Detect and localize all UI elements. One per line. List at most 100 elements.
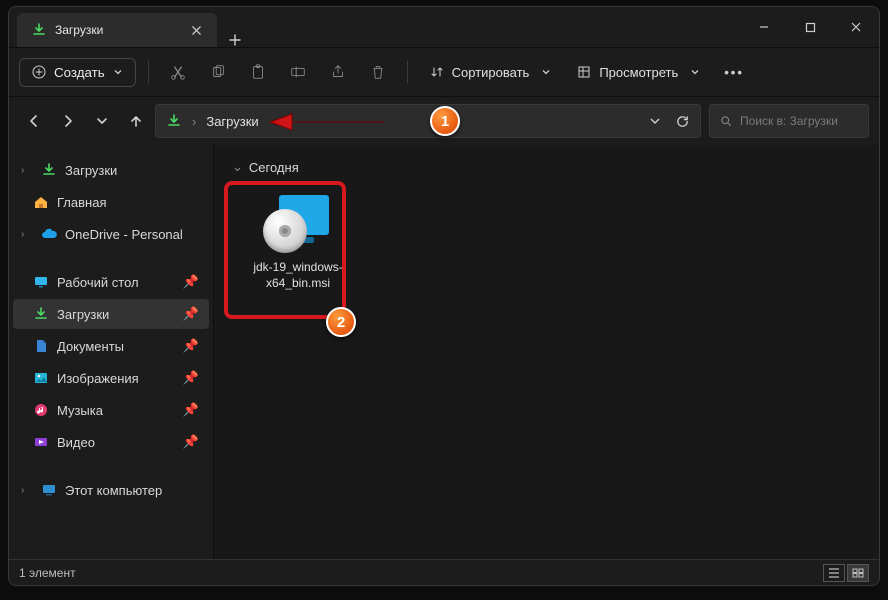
address-row: › Загрузки 1 <box>9 97 879 145</box>
tabs-zone: Загрузки <box>9 7 741 47</box>
chevron-down-icon: ⌄ <box>232 159 243 175</box>
delete-button[interactable] <box>361 55 395 89</box>
search-input[interactable] <box>740 114 858 128</box>
chevron-down-icon[interactable] <box>649 115 661 127</box>
chevron-down-icon <box>113 67 123 77</box>
sidebar-item-music[interactable]: Музыка 📌 <box>13 395 209 425</box>
group-header-label: Сегодня <box>249 160 299 175</box>
sidebar-item-label: OneDrive - Personal <box>65 227 183 242</box>
sidebar-item-downloads[interactable]: Загрузки 📌 <box>13 299 209 329</box>
cloud-icon <box>41 226 57 242</box>
sidebar-item-label: Видео <box>57 435 95 450</box>
tab-close-icon[interactable] <box>189 23 203 37</box>
pin-icon: 📌 <box>183 402 199 418</box>
desktop-icon <box>33 274 49 290</box>
tab-downloads[interactable]: Загрузки <box>17 13 217 47</box>
separator <box>148 61 149 83</box>
breadcrumb-current[interactable]: Загрузки <box>206 114 258 129</box>
document-icon <box>33 338 49 354</box>
paste-button[interactable] <box>241 55 275 89</box>
pin-icon: 📌 <box>183 338 199 354</box>
sidebar-item-label: Загрузки <box>65 163 117 178</box>
download-icon <box>41 162 57 178</box>
view-button[interactable]: Просмотреть <box>567 59 710 86</box>
create-button[interactable]: Создать <box>19 58 136 87</box>
sidebar-item-video[interactable]: Видео 📌 <box>13 427 209 457</box>
search-icon <box>720 114 732 128</box>
new-tab-button[interactable] <box>217 33 253 47</box>
music-icon <box>33 402 49 418</box>
cut-button[interactable] <box>161 55 195 89</box>
download-icon <box>33 306 49 322</box>
sidebar: › Загрузки Главная › OneDrive - Personal… <box>9 145 214 559</box>
close-button[interactable] <box>833 7 879 47</box>
annotation-highlight-box <box>224 181 346 319</box>
up-button[interactable] <box>121 106 151 136</box>
pin-icon: 📌 <box>183 274 199 290</box>
sidebar-item-label: Музыка <box>57 403 103 418</box>
sort-label: Сортировать <box>452 65 530 80</box>
home-icon <box>33 194 49 210</box>
pc-icon <box>41 482 57 498</box>
back-button[interactable] <box>19 106 49 136</box>
icons-view-button[interactable] <box>847 564 869 582</box>
explorer-window: Загрузки Создать <box>8 6 880 586</box>
forward-button[interactable] <box>53 106 83 136</box>
chevron-right-icon: › <box>21 229 33 240</box>
sidebar-item-pictures[interactable]: Изображения 📌 <box>13 363 209 393</box>
search-box[interactable] <box>709 104 869 138</box>
window-controls <box>741 7 879 47</box>
view-toggles <box>823 564 869 582</box>
separator <box>407 61 408 83</box>
share-button[interactable] <box>321 55 355 89</box>
more-button[interactable]: ••• <box>716 65 752 80</box>
video-icon <box>33 434 49 450</box>
body: › Загрузки Главная › OneDrive - Personal… <box>9 145 879 559</box>
image-icon <box>33 370 49 386</box>
group-header[interactable]: ⌄ Сегодня <box>232 159 861 175</box>
copy-button[interactable] <box>201 55 235 89</box>
download-icon <box>166 113 182 129</box>
toolbar: Создать Сортировать Просмотреть ••• <box>9 47 879 97</box>
pin-icon: 📌 <box>183 434 199 450</box>
chevron-right-icon: › <box>21 485 33 496</box>
chevron-right-icon: › <box>192 114 196 129</box>
sidebar-item-this-pc[interactable]: › Этот компьютер <box>13 475 209 505</box>
annotation-callout-2: 2 <box>326 307 356 337</box>
rename-button[interactable] <box>281 55 315 89</box>
sidebar-item-desktop[interactable]: Рабочий стол 📌 <box>13 267 209 297</box>
sidebar-item-label: Документы <box>57 339 124 354</box>
sort-button[interactable]: Сортировать <box>420 59 562 86</box>
titlebar: Загрузки <box>9 7 879 47</box>
refresh-button[interactable] <box>675 114 690 129</box>
address-bar[interactable]: › Загрузки <box>155 104 701 138</box>
chevron-down-icon <box>690 67 700 77</box>
details-view-button[interactable] <box>823 564 845 582</box>
annotation-arrow <box>266 109 386 135</box>
sort-icon <box>430 65 444 79</box>
download-icon <box>31 22 47 38</box>
plus-circle-icon <box>32 65 46 79</box>
sidebar-item-label: Рабочий стол <box>57 275 139 290</box>
create-label: Создать <box>54 65 105 80</box>
pin-icon: 📌 <box>183 370 199 386</box>
status-text: 1 элемент <box>19 566 76 580</box>
sidebar-item-label: Этот компьютер <box>65 483 162 498</box>
sidebar-item-label: Изображения <box>57 371 139 386</box>
sidebar-item-onedrive[interactable]: › OneDrive - Personal <box>13 219 209 249</box>
sidebar-item-label: Загрузки <box>57 307 109 322</box>
sidebar-item-downloads-quick[interactable]: › Загрузки <box>13 155 209 185</box>
maximize-button[interactable] <box>787 7 833 47</box>
sidebar-item-documents[interactable]: Документы 📌 <box>13 331 209 361</box>
recent-button[interactable] <box>87 106 117 136</box>
chevron-down-icon <box>541 67 551 77</box>
chevron-right-icon: › <box>21 165 33 176</box>
view-label: Просмотреть <box>599 65 678 80</box>
status-bar: 1 элемент <box>9 559 879 585</box>
view-icon <box>577 65 591 79</box>
sidebar-item-home[interactable]: Главная <box>13 187 209 217</box>
minimize-button[interactable] <box>741 7 787 47</box>
sidebar-item-label: Главная <box>57 195 106 210</box>
content-area: ⌄ Сегодня jdk-19_windows-x64_bin.msi 2 <box>214 145 879 559</box>
address-tail <box>649 114 690 129</box>
